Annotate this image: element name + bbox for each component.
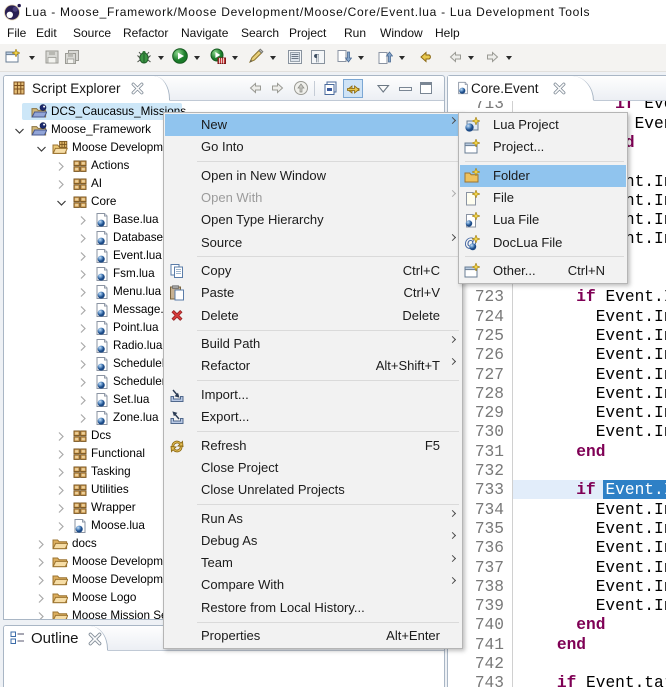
svg-text:¶: ¶ (314, 52, 319, 64)
